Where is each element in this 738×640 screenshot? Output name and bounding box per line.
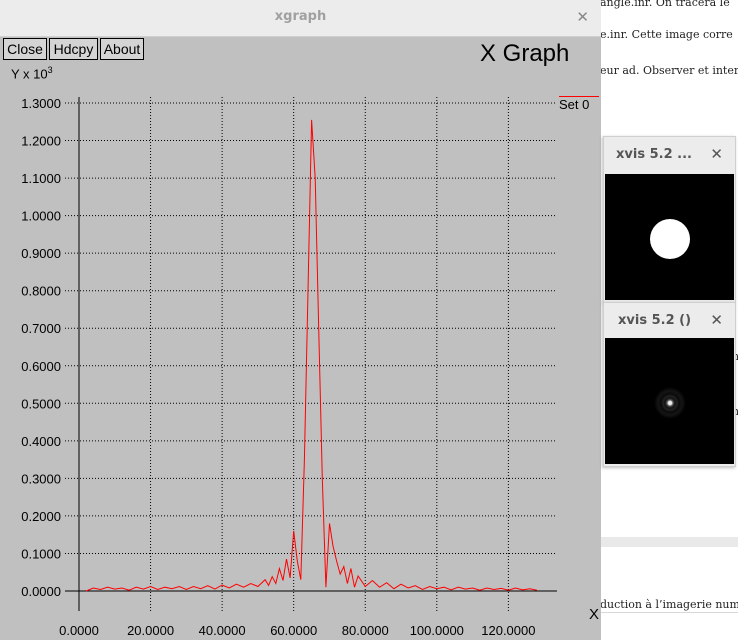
y-tick-label: 0.2000 bbox=[21, 509, 61, 524]
xvis-titlebar-1[interactable]: xvis 5.2 ... ✕ bbox=[604, 137, 735, 171]
airy-spot bbox=[651, 384, 689, 422]
legend-label: Set 0 bbox=[559, 97, 590, 112]
xvis-window-1: xvis 5.2 ... ✕ bbox=[603, 136, 736, 303]
doc-footer-text: duction à l’imagerie num bbox=[600, 598, 738, 611]
x-tick-label: 100.0000 bbox=[410, 623, 464, 638]
x-tick-label: 0.0000 bbox=[59, 623, 99, 638]
doc-line-2: e.inr. Cette image corre bbox=[600, 28, 733, 41]
y-tick-label: 1.0000 bbox=[21, 209, 61, 224]
xvis-close-icon-2[interactable]: ✕ bbox=[710, 311, 723, 329]
xvis-title-1: xvis 5.2 ... bbox=[616, 147, 692, 162]
y-tick-label: 0.9000 bbox=[21, 246, 61, 261]
x-tick-label: 60.0000 bbox=[270, 623, 317, 638]
white-disk bbox=[650, 219, 690, 259]
xgraph-window: xgraph ✕ Close Hdcpy About Y x 103 X Gra… bbox=[0, 0, 601, 640]
x-tick-label: 20.0000 bbox=[127, 623, 174, 638]
corner-mark: X bbox=[589, 606, 600, 623]
y-tick-label: 0.5000 bbox=[21, 396, 61, 411]
y-tick-label: 0.1000 bbox=[21, 546, 61, 561]
y-tick-label: 1.1000 bbox=[21, 171, 61, 186]
y-tick-label: 0.4000 bbox=[21, 434, 61, 449]
x-tick-label: 120.0000 bbox=[481, 623, 535, 638]
y-tick-label: 0.8000 bbox=[21, 284, 61, 299]
doc-footer-rule bbox=[600, 612, 738, 613]
xvis-titlebar-2[interactable]: xvis 5.2 () ✕ bbox=[604, 303, 735, 337]
doc-page-gap bbox=[600, 537, 738, 547]
series-line-0 bbox=[86, 119, 538, 592]
xvis-close-icon-1[interactable]: ✕ bbox=[710, 145, 723, 163]
x-tick-label: 40.0000 bbox=[199, 623, 246, 638]
doc-line-1: angle.inr. On tracera le bbox=[600, 0, 730, 9]
xvis-title-2: xvis 5.2 () bbox=[618, 313, 692, 328]
xvis-window-2: xvis 5.2 () ✕ bbox=[603, 302, 736, 467]
airy-pattern-image bbox=[605, 338, 734, 464]
y-tick-label: 0.6000 bbox=[21, 359, 61, 374]
x-tick-label: 80.0000 bbox=[342, 623, 389, 638]
disk-image bbox=[605, 174, 734, 300]
doc-line-3: eur ad. Observer et inter bbox=[600, 64, 738, 77]
y-tick-label: 0.0000 bbox=[21, 584, 61, 599]
y-tick-label: 0.7000 bbox=[21, 321, 61, 336]
y-tick-label: 1.3000 bbox=[21, 96, 61, 111]
y-tick-label: 0.3000 bbox=[21, 471, 61, 486]
plot-area: 0.0000 0.1000 0.2000 0.3000 0.4000 0.5000 0.60… bbox=[21, 96, 557, 638]
y-tick-label: 1.2000 bbox=[21, 134, 61, 149]
